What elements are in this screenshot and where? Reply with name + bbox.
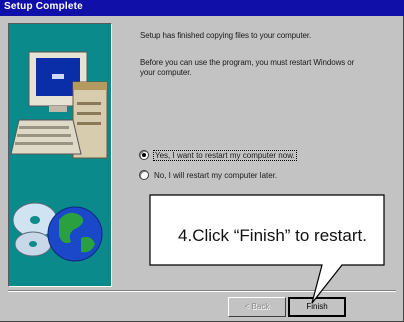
callout-text: 4.Click “Finish” to restart. xyxy=(178,226,367,245)
callout-bubble xyxy=(149,194,385,304)
